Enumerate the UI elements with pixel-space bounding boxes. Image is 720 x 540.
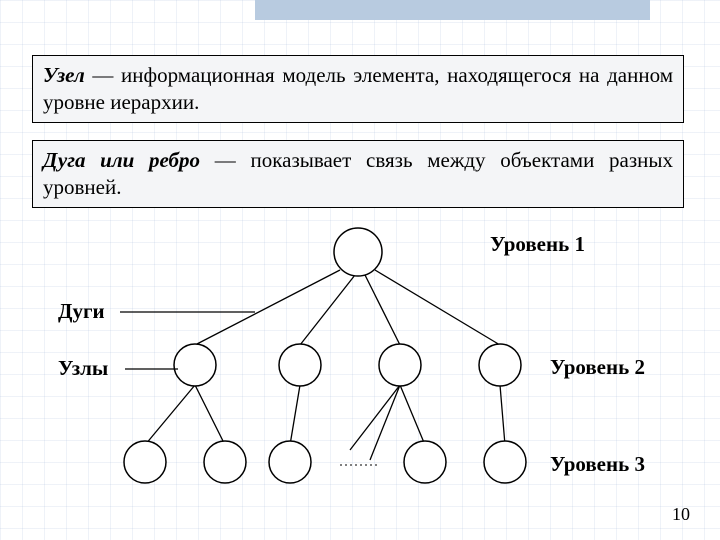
label-level-3: Уровень 3: [550, 452, 645, 477]
page-number: 10: [672, 504, 690, 525]
label-level-1: Уровень 1: [490, 232, 585, 257]
label-arcs: Дуги: [58, 299, 105, 324]
label-level-2: Уровень 2: [550, 355, 645, 380]
label-nodes: Узлы: [58, 356, 108, 381]
